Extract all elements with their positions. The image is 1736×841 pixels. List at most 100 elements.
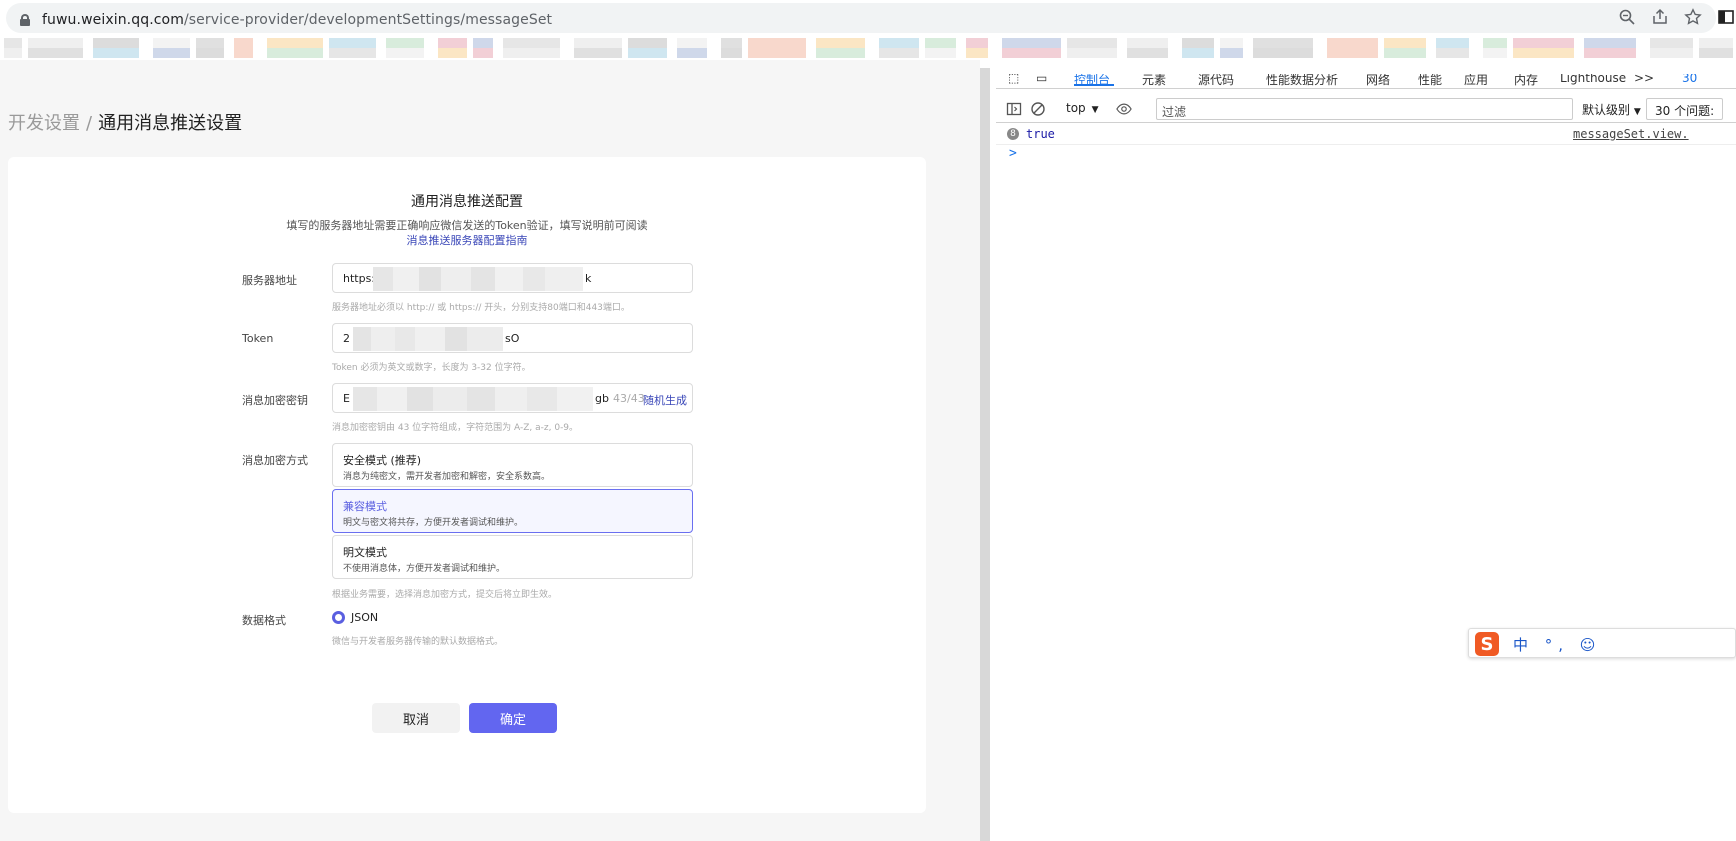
token-help: Token 必须为英文或数字，长度为 3-32 位字符。 bbox=[332, 363, 531, 373]
sidepanel-icon[interactable] bbox=[1716, 7, 1736, 27]
tab-memory[interactable]: 内存 bbox=[1514, 74, 1538, 86]
bookmark-item[interactable] bbox=[473, 36, 493, 60]
radio-selected-icon[interactable] bbox=[332, 611, 345, 624]
zoom-icon[interactable] bbox=[1617, 7, 1637, 27]
bookmark-item[interactable] bbox=[879, 36, 919, 60]
console-prompt-row[interactable]: > bbox=[996, 146, 1736, 164]
cancel-button[interactable]: 取消 bbox=[372, 703, 460, 733]
device-toolbar-icon[interactable]: ▭ bbox=[1036, 74, 1047, 85]
bookmark-item[interactable] bbox=[1483, 36, 1507, 60]
sidebar-toggle-icon[interactable] bbox=[1006, 101, 1022, 117]
mode-option-compatible[interactable]: 兼容模式 明文与密文将共存，方便开发者调试和维护。 bbox=[332, 489, 693, 533]
bookmark-item[interactable] bbox=[925, 36, 956, 60]
tab-performance[interactable]: 性能 bbox=[1418, 74, 1442, 86]
context-value: top bbox=[1066, 101, 1086, 115]
card-title: 通用消息推送配置 bbox=[411, 194, 523, 210]
bookmark-item[interactable] bbox=[1253, 36, 1313, 60]
more-tabs-icon[interactable]: >> bbox=[1634, 74, 1654, 85]
bookmark-item[interactable] bbox=[1002, 36, 1061, 60]
token-label: Token bbox=[242, 332, 274, 345]
bookmark-item[interactable] bbox=[93, 36, 139, 60]
bookmark-item[interactable] bbox=[628, 36, 667, 60]
console-filter-input[interactable]: 过滤 bbox=[1156, 98, 1573, 120]
issues-badge[interactable]: 30 bbox=[1682, 74, 1697, 85]
bookmark-item[interactable] bbox=[386, 36, 424, 60]
omnibox[interactable]: fuwu.weixin.qq.com/service-provider/deve… bbox=[6, 3, 1716, 33]
chevron-down-icon: ▼ bbox=[1091, 105, 1099, 115]
share-icon[interactable] bbox=[1650, 7, 1670, 27]
url-text[interactable]: fuwu.weixin.qq.com/service-provider/deve… bbox=[42, 12, 552, 28]
bookmark-item[interactable] bbox=[196, 36, 224, 60]
tab-network[interactable]: 网络 bbox=[1366, 74, 1390, 86]
bookmark-item[interactable] bbox=[4, 36, 22, 60]
data-format-json-radio[interactable]: JSON bbox=[332, 611, 378, 624]
guide-link[interactable]: 消息推送服务器配置指南 bbox=[8, 232, 926, 248]
bookmark-item[interactable] bbox=[1182, 36, 1214, 60]
server-url-value-end: k bbox=[585, 272, 592, 285]
mode-option-desc: 消息为纯密文，需开发者加密和解密，安全系数高。 bbox=[343, 472, 551, 482]
bookmark-item[interactable] bbox=[1650, 36, 1693, 60]
mode-option-plaintext[interactable]: 明文模式 不使用消息体，方便开发者调试和维护。 bbox=[332, 535, 693, 579]
bookmark-item[interactable] bbox=[438, 36, 467, 60]
sogou-logo-icon[interactable]: S bbox=[1475, 632, 1499, 656]
devtools-splitter[interactable] bbox=[980, 60, 996, 841]
clear-console-icon[interactable] bbox=[1030, 101, 1046, 117]
bookmark-item[interactable] bbox=[28, 36, 83, 60]
bookmark-item[interactable] bbox=[1127, 36, 1168, 60]
confirm-button[interactable]: 确定 bbox=[469, 703, 557, 733]
bookmark-item[interactable] bbox=[329, 36, 376, 60]
mode-option-title: 明文模式 bbox=[343, 546, 387, 559]
console-log-source-link[interactable]: messageSet.view. bbox=[1573, 127, 1689, 141]
aes-key-input[interactable]: E gb 43/43 随机生成 bbox=[332, 383, 693, 413]
tab-performance-insights[interactable]: 性能数据分析 bbox=[1266, 74, 1338, 86]
breadcrumb-parent[interactable]: 开发设置 bbox=[8, 113, 80, 134]
log-level-value: 默认级别 bbox=[1582, 103, 1631, 117]
bookmark-item[interactable] bbox=[153, 36, 190, 60]
bookmark-star-icon[interactable] bbox=[1683, 7, 1703, 27]
bookmark-item[interactable] bbox=[234, 36, 253, 60]
breadcrumb-separator: / bbox=[86, 113, 93, 134]
divider bbox=[996, 88, 1736, 89]
bookmark-item[interactable] bbox=[966, 36, 988, 60]
log-level-dropdown[interactable]: 默认级别 ▼ bbox=[1582, 101, 1641, 118]
bookmark-item[interactable] bbox=[677, 36, 707, 60]
bookmark-item[interactable] bbox=[816, 36, 865, 60]
mode-option-title: 安全模式 (推荐) bbox=[343, 454, 422, 467]
bookmark-item[interactable] bbox=[1584, 36, 1636, 60]
address-bar: fuwu.weixin.qq.com/service-provider/deve… bbox=[0, 0, 1736, 36]
ime-status[interactable]: 中 °, ☺ bbox=[1513, 634, 1601, 655]
context-selector[interactable]: top ▼ bbox=[1066, 101, 1099, 115]
bookmark-item[interactable] bbox=[267, 36, 323, 60]
server-url-help: 服务器地址必须以 http:// 或 https:// 开头，分别支持80端口和… bbox=[332, 303, 630, 313]
token-input[interactable]: 2 sO bbox=[332, 323, 693, 353]
live-expression-eye-icon[interactable] bbox=[1116, 101, 1134, 117]
lock-icon[interactable] bbox=[20, 14, 30, 26]
tab-sources[interactable]: 源代码 bbox=[1198, 74, 1234, 86]
server-url-input[interactable]: https: k bbox=[332, 263, 693, 293]
tab-elements[interactable]: 元素 bbox=[1142, 74, 1166, 86]
tab-application[interactable]: 应用 bbox=[1464, 74, 1488, 86]
bookmarks-bar bbox=[0, 36, 1736, 60]
token-value-end: sO bbox=[505, 332, 520, 345]
tab-lighthouse[interactable]: Lighthouse bbox=[1560, 74, 1626, 85]
address-bar-actions bbox=[1617, 7, 1736, 27]
bookmark-item[interactable] bbox=[1327, 36, 1378, 60]
inspect-element-icon[interactable]: ⬚ bbox=[1008, 74, 1019, 85]
issues-counter[interactable]: 30 个问题: bbox=[1646, 98, 1724, 120]
splitter-handle[interactable] bbox=[980, 68, 990, 841]
bookmark-item[interactable] bbox=[574, 36, 622, 60]
ime-toolbar[interactable]: S 中 °, ☺ bbox=[1468, 628, 1736, 658]
encrypt-mode-label: 消息加密方式 bbox=[242, 454, 308, 467]
bookmark-item[interactable] bbox=[503, 36, 560, 60]
bookmark-item[interactable] bbox=[1699, 36, 1733, 60]
mode-option-secure[interactable]: 安全模式 (推荐) 消息为纯密文，需开发者加密和解密，安全系数高。 bbox=[332, 443, 693, 487]
bookmark-item[interactable] bbox=[1220, 36, 1243, 60]
bookmark-item[interactable] bbox=[1067, 36, 1117, 60]
bookmark-item[interactable] bbox=[748, 36, 806, 60]
random-generate-button[interactable]: 随机生成 bbox=[643, 392, 687, 408]
bookmark-item[interactable] bbox=[721, 36, 742, 60]
bookmark-item[interactable] bbox=[1513, 36, 1574, 60]
bookmark-item[interactable] bbox=[1384, 36, 1426, 60]
bookmark-item[interactable] bbox=[1436, 36, 1469, 60]
encrypt-mode-help: 根据业务需要，选择消息加密方式，提交后将立即生效。 bbox=[332, 590, 558, 600]
